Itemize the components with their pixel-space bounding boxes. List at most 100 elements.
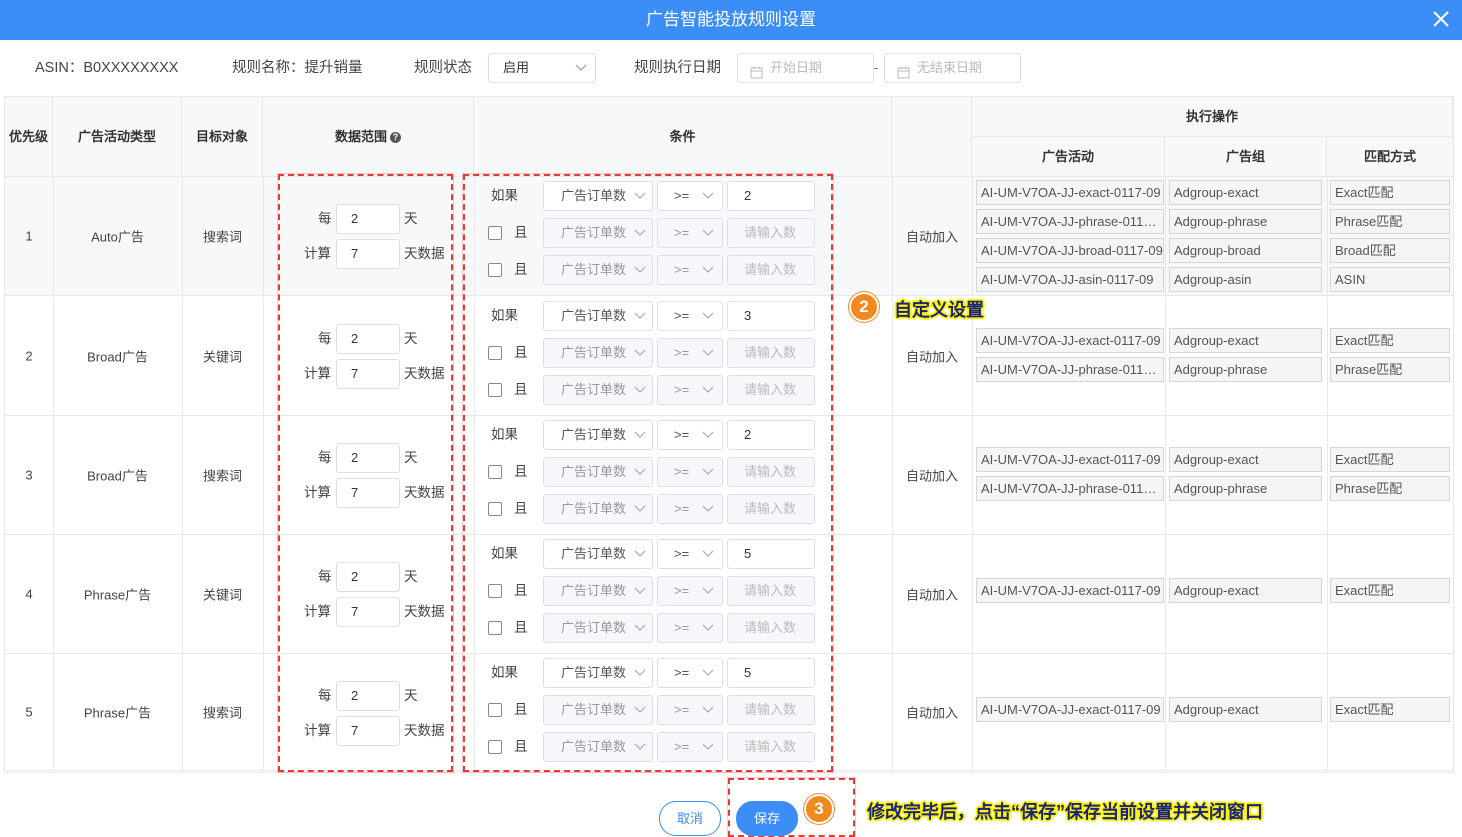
every-days-input[interactable]: 2 xyxy=(336,324,400,354)
condition-value-input[interactable]: 5 xyxy=(727,539,815,569)
if-label: 如果 xyxy=(491,188,518,203)
operator-select[interactable]: >= xyxy=(657,338,723,368)
ad-group-field: Adgroup-phrase xyxy=(1169,476,1322,501)
every-days-input[interactable]: 2 xyxy=(336,681,400,711)
column-divider xyxy=(972,535,973,653)
operator-value: >= xyxy=(674,583,690,598)
and-condition-checkbox[interactable] xyxy=(488,226,502,240)
and-condition-checkbox[interactable] xyxy=(488,263,502,277)
metric-select[interactable]: 广告订单数 xyxy=(543,539,653,569)
metric-select[interactable]: 广告订单数 xyxy=(543,301,653,331)
every-label: 每 xyxy=(318,211,332,226)
operator-select[interactable]: >= xyxy=(657,576,723,606)
condition-value-input[interactable]: 请输入数 xyxy=(727,218,815,248)
and-condition-checkbox[interactable] xyxy=(488,502,502,516)
operator-value: >= xyxy=(674,382,690,397)
ad-group-field: Adgroup-exact xyxy=(1169,447,1322,472)
condition-value-input[interactable]: 请输入数 xyxy=(727,375,815,405)
calc-days-input[interactable]: 7 xyxy=(336,597,400,627)
every-days-input[interactable]: 2 xyxy=(336,562,400,592)
operator-select[interactable]: >= xyxy=(657,494,723,524)
end-date-input[interactable]: 无结束日期 xyxy=(884,53,1021,83)
operator-select[interactable]: >= xyxy=(657,457,723,487)
operator-select[interactable]: >= xyxy=(657,218,723,248)
target-cell: 关键词 xyxy=(182,535,263,653)
rule-status-select[interactable]: 启用 xyxy=(488,53,596,83)
operator-select[interactable]: >= xyxy=(657,420,723,450)
operator-select[interactable]: >= xyxy=(657,695,723,725)
close-button[interactable] xyxy=(1430,0,1452,40)
calc-label: 计算 xyxy=(304,366,331,381)
condition-value-input[interactable]: 请输入数 xyxy=(727,255,815,285)
condition-value-input[interactable]: 请输入数 xyxy=(727,576,815,606)
operator-select[interactable]: >= xyxy=(657,375,723,405)
column-divider xyxy=(1165,654,1166,770)
every-days-input[interactable]: 2 xyxy=(336,443,400,473)
calc-days-input[interactable]: 7 xyxy=(336,716,400,746)
chevron-down-icon xyxy=(702,733,714,771)
metric-select[interactable]: 广告订单数 xyxy=(543,732,653,762)
chevron-down-icon xyxy=(702,540,714,578)
condition-value-input[interactable]: 请输入数 xyxy=(727,732,815,762)
metric-select[interactable]: 广告订单数 xyxy=(543,181,653,211)
day-label: 天 xyxy=(404,331,418,346)
and-condition-checkbox[interactable] xyxy=(488,584,502,598)
operator-select[interactable]: >= xyxy=(657,301,723,331)
question-circle-icon[interactable]: ? xyxy=(390,132,401,143)
day-label: 天 xyxy=(404,569,418,584)
condition-value-input[interactable]: 3 xyxy=(727,301,815,331)
action-cell: 自动加入 xyxy=(892,416,972,534)
and-condition-checkbox[interactable] xyxy=(488,621,502,635)
chevron-down-icon xyxy=(630,339,646,367)
metric-select[interactable]: 广告订单数 xyxy=(543,576,653,606)
table-row: 2 Broad广告 关键词每 2 天计算 7 天数据 如果 广告订单数 >= 3 且广告订单数 >= 请输… xyxy=(5,297,1453,416)
condition-value-input[interactable]: 2 xyxy=(727,181,815,211)
operator-select[interactable]: >= xyxy=(657,613,723,643)
asin-label: ASIN：B0XXXXXXXX xyxy=(35,60,179,76)
metric-select[interactable]: 广告订单数 xyxy=(543,420,653,450)
operator-select[interactable]: >= xyxy=(657,732,723,762)
metric-select[interactable]: 广告订单数 xyxy=(543,375,653,405)
metric-select[interactable]: 广告订单数 xyxy=(543,613,653,643)
operator-select[interactable]: >= xyxy=(657,539,723,569)
operator-value: >= xyxy=(674,665,690,680)
calc-label: 计算 xyxy=(304,604,331,619)
match-type-field: Exact匹配 xyxy=(1330,180,1450,205)
target-value: 搜索词 xyxy=(202,468,242,484)
ad-group-field: Adgroup-exact xyxy=(1169,180,1322,205)
and-condition-checkbox[interactable] xyxy=(488,740,502,754)
and-condition-checkbox[interactable] xyxy=(488,465,502,479)
metric-select[interactable]: 广告订单数 xyxy=(543,338,653,368)
campaign-type-cell: Phrase广告 xyxy=(53,535,182,653)
calc-days-input[interactable]: 7 xyxy=(336,478,400,508)
operator-select[interactable]: >= xyxy=(657,658,723,688)
metric-select[interactable]: 广告订单数 xyxy=(543,695,653,725)
condition-value-input[interactable]: 2 xyxy=(727,420,815,450)
metric-select[interactable]: 广告订单数 xyxy=(543,255,653,285)
chevron-down-icon xyxy=(702,339,714,377)
calc-days-input[interactable]: 7 xyxy=(336,359,400,389)
operator-select[interactable]: >= xyxy=(657,181,723,211)
metric-select[interactable]: 广告订单数 xyxy=(543,494,653,524)
condition-value-input[interactable]: 5 xyxy=(727,658,815,688)
metric-select[interactable]: 广告订单数 xyxy=(543,457,653,487)
calc-days-input[interactable]: 7 xyxy=(336,239,400,269)
save-button[interactable]: 保存 xyxy=(736,801,798,836)
start-date-input[interactable]: 开始日期 xyxy=(737,53,874,83)
and-label: 且 xyxy=(514,583,528,598)
every-days-input[interactable]: 2 xyxy=(336,204,400,234)
column-divider xyxy=(1165,297,1166,415)
condition-value-input[interactable]: 请输入数 xyxy=(727,695,815,725)
cancel-button[interactable]: 取消 xyxy=(659,801,721,836)
metric-select[interactable]: 广告订单数 xyxy=(543,218,653,248)
condition-value-input[interactable]: 请输入数 xyxy=(727,338,815,368)
condition-value-input[interactable]: 请输入数 xyxy=(727,457,815,487)
and-condition-checkbox[interactable] xyxy=(488,346,502,360)
operator-select[interactable]: >= xyxy=(657,255,723,285)
and-condition-checkbox[interactable] xyxy=(488,703,502,717)
metric-select[interactable]: 广告订单数 xyxy=(543,658,653,688)
condition-value-input[interactable]: 请输入数 xyxy=(727,494,815,524)
condition-value-input[interactable]: 请输入数 xyxy=(727,613,815,643)
and-condition-checkbox[interactable] xyxy=(488,383,502,397)
campaign-type-cell: Auto广告 xyxy=(53,177,182,295)
